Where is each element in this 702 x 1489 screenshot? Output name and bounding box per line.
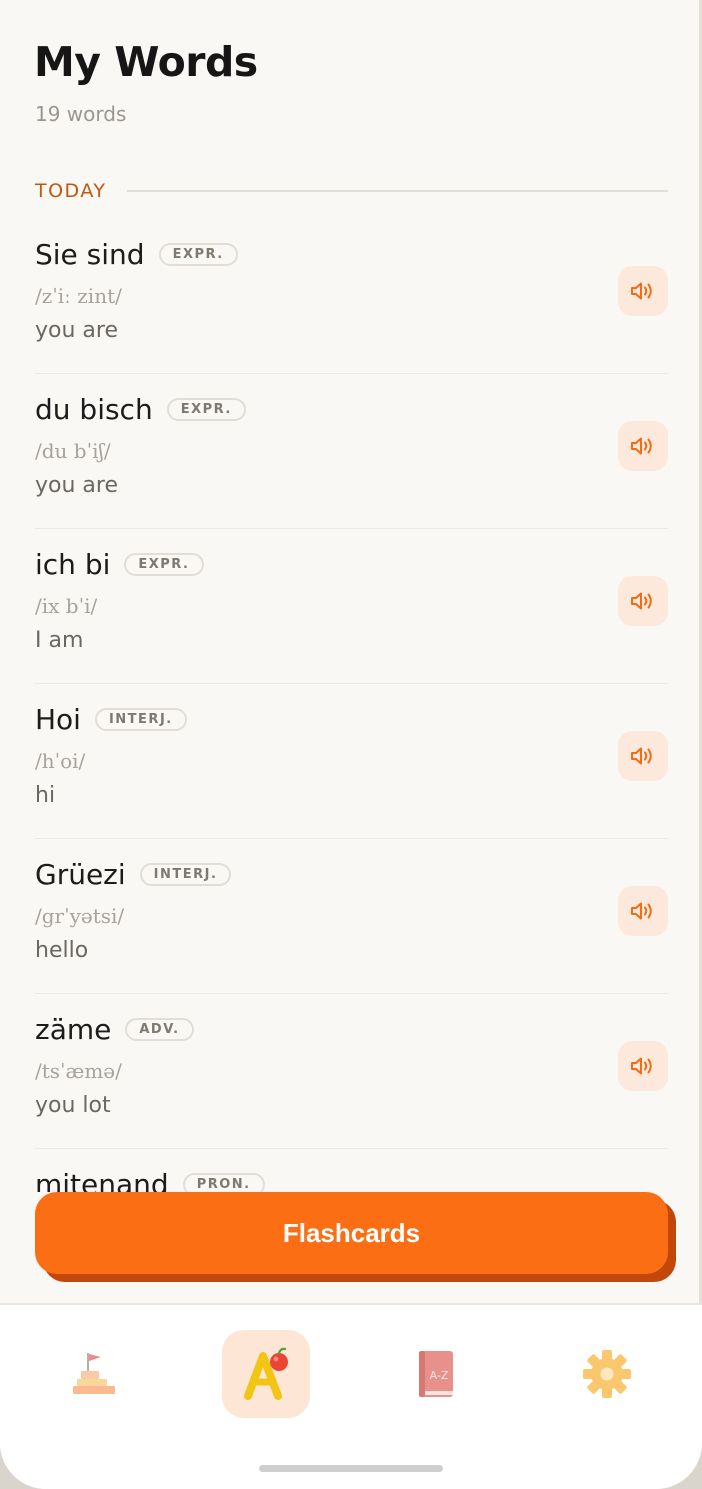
app-screen: My Words 19 words TODAY Sie sind EXPR. /… (0, 0, 702, 1489)
part-of-speech-badge: EXPR. (166, 398, 246, 421)
word-item[interactable]: mitenand PRON. (35, 1148, 668, 1192)
speak-button[interactable] (618, 266, 668, 316)
speak-button[interactable] (618, 731, 668, 781)
letter-a-apple-icon (244, 1347, 288, 1400)
home-indicator (259, 1465, 443, 1472)
part-of-speech-badge: EXPR. (158, 243, 238, 266)
word-list[interactable]: Sie sind EXPR. /zˈiː zint/ you are du bi… (0, 218, 702, 1192)
speaker-icon (631, 437, 652, 455)
word-head: zäme ADV. (35, 1013, 194, 1046)
word-item[interactable]: Hoi INTERJ. /hˈoi/ hi (35, 683, 668, 839)
pronunciation: /zˈiː zint/ (35, 284, 122, 308)
speak-button[interactable] (618, 886, 668, 936)
pagoda-flag-icon (73, 1353, 115, 1394)
part-of-speech-badge: EXPR. (124, 553, 204, 576)
speaker-icon (631, 747, 652, 765)
meaning: hello (35, 938, 89, 963)
section-label: TODAY (35, 180, 107, 202)
word-text: Hoi (35, 703, 81, 736)
part-of-speech-badge: PRON. (182, 1173, 265, 1192)
speaker-icon (631, 1057, 652, 1075)
meaning: you are (35, 473, 118, 498)
word-item[interactable]: Sie sind EXPR. /zˈiː zint/ you are (35, 218, 668, 374)
part-of-speech-badge: ADV. (125, 1018, 194, 1041)
pronunciation: /tsˈæmə/ (35, 1059, 122, 1083)
tab-words[interactable] (222, 1330, 310, 1418)
svg-text:A-Z: A-Z (430, 1369, 449, 1382)
meaning: I am (35, 628, 84, 653)
tab-settings[interactable] (563, 1330, 651, 1418)
speaker-icon (631, 282, 652, 300)
word-head: mitenand PRON. (35, 1168, 265, 1192)
word-item[interactable]: zäme ADV. /tsˈæmə/ you lot (35, 993, 668, 1149)
pronunciation: /grˈyətsi/ (35, 904, 125, 928)
pronunciation: /hˈoi/ (35, 749, 86, 773)
section-header-today: TODAY (35, 180, 668, 202)
speak-button[interactable] (618, 576, 668, 626)
word-count: 19 words (35, 102, 127, 126)
meaning: you lot (35, 1093, 111, 1118)
pronunciation: /du bˈiʃ/ (35, 439, 111, 463)
word-text: zäme (35, 1013, 112, 1046)
word-head: Hoi INTERJ. (35, 703, 187, 736)
word-text: Sie sind (35, 238, 145, 271)
word-item[interactable]: Grüezi INTERJ. /grˈyətsi/ hello (35, 838, 668, 994)
part-of-speech-badge: INTERJ. (94, 708, 187, 731)
tab-learn[interactable] (51, 1330, 139, 1418)
word-item[interactable]: ich bi EXPR. /ix bˈi/ I am (35, 528, 668, 684)
word-head: Grüezi INTERJ. (35, 858, 232, 891)
bottom-tab-bar: A-Z (0, 1303, 702, 1489)
speak-button[interactable] (618, 1041, 668, 1091)
meaning: you are (35, 318, 118, 343)
word-head: ich bi EXPR. (35, 548, 204, 581)
section-divider (126, 190, 668, 192)
word-text: ich bi (35, 548, 111, 581)
dictionary-book-icon: A-Z (419, 1351, 453, 1397)
word-head: du bisch EXPR. (35, 393, 246, 426)
word-item[interactable]: du bisch EXPR. /du bˈiʃ/ you are (35, 373, 668, 529)
speak-button[interactable] (618, 421, 668, 471)
word-text: mitenand (35, 1168, 169, 1192)
speaker-icon (631, 592, 652, 610)
tab-dictionary[interactable]: A-Z (392, 1330, 480, 1418)
word-text: Grüezi (35, 858, 126, 891)
flashcards-button[interactable]: Flashcards (35, 1192, 668, 1274)
meaning: hi (35, 783, 56, 808)
part-of-speech-badge: INTERJ. (139, 863, 232, 886)
gear-icon (583, 1350, 631, 1398)
speaker-icon (631, 902, 652, 920)
page-title: My Words (34, 38, 258, 86)
word-head: Sie sind EXPR. (35, 238, 238, 271)
word-text: du bisch (35, 393, 153, 426)
pronunciation: /ix bˈi/ (35, 594, 98, 618)
